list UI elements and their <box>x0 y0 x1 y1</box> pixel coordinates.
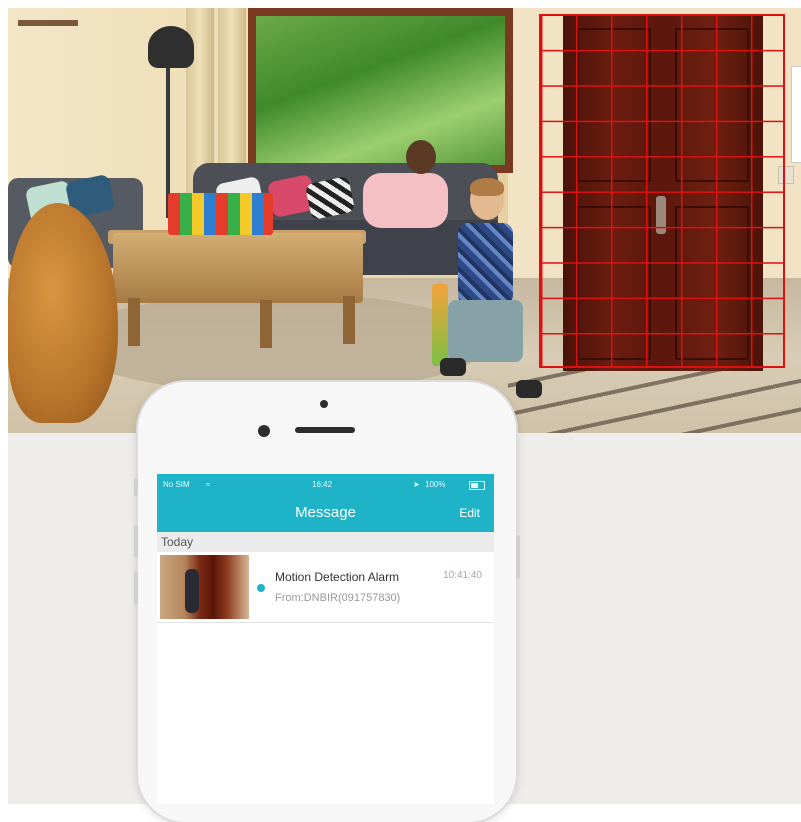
carrier-label: No SIM <box>163 480 190 489</box>
message-title: Motion Detection Alarm <box>275 570 400 584</box>
motion-detection-grid <box>539 14 785 368</box>
message-thumbnail <box>160 555 249 619</box>
boy-pants <box>448 300 523 362</box>
boy-shoe <box>440 358 466 376</box>
table-leg <box>343 296 355 344</box>
thumbnail-person <box>185 569 199 613</box>
volume-up-button <box>134 525 138 557</box>
table-leg <box>260 300 272 348</box>
window-frame <box>248 8 513 173</box>
boy-shirt <box>458 223 513 305</box>
table-leg <box>128 298 140 346</box>
volume-down-button <box>134 572 138 604</box>
toy-bottle <box>432 284 448 366</box>
phone-screen: No SIM ≈ 16:42 ➤ 100% Message Edit Today… <box>157 474 494 804</box>
floor-tiles <box>508 366 801 433</box>
power-button <box>516 535 520 579</box>
edit-button[interactable]: Edit <box>459 506 480 520</box>
wifi-icon: ≈ <box>206 480 211 489</box>
wall-picture <box>791 66 801 163</box>
sensor-dot <box>320 400 328 408</box>
boy-hair <box>470 178 504 196</box>
page-title: Message <box>295 504 356 521</box>
floor-lamp-shade <box>148 26 194 68</box>
battery-percent: 100% <box>425 480 446 489</box>
coffee-table <box>113 233 363 303</box>
boy-shoe <box>516 380 542 398</box>
wall-shelf <box>18 20 78 26</box>
unread-indicator <box>257 584 265 592</box>
location-icon: ➤ <box>413 480 420 489</box>
girl-head <box>406 140 436 174</box>
section-header-today: Today <box>157 532 494 552</box>
camera-scene <box>8 8 801 433</box>
battery-icon <box>469 481 485 490</box>
girl <box>363 173 448 228</box>
message-source: From:DNBIR(091757830) <box>275 592 401 604</box>
mute-switch <box>134 478 138 496</box>
status-time: 16:42 <box>312 480 333 489</box>
message-list-item[interactable]: Motion Detection Alarm 10:41:40 From:DNB… <box>157 554 494 623</box>
toy-blocks <box>168 193 273 235</box>
front-camera <box>258 425 270 437</box>
earpiece-speaker <box>295 427 355 433</box>
message-time: 10:41:40 <box>443 570 482 581</box>
app-header: No SIM ≈ 16:42 ➤ 100% Message Edit <box>157 474 494 532</box>
